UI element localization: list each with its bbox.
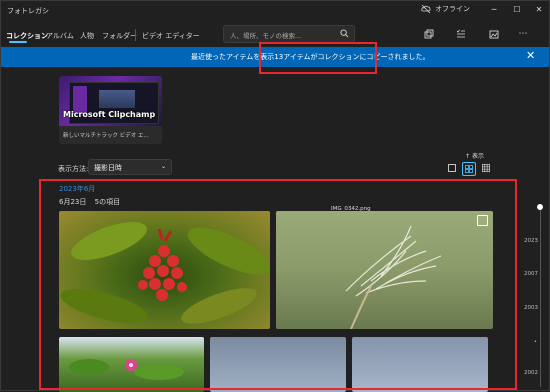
tab-folders[interactable]: フォルダー	[102, 31, 137, 41]
offline-label: オフライン	[435, 5, 470, 13]
highlight-box-gallery	[39, 179, 517, 390]
tab-video-editor[interactable]: ビデオ エディター	[142, 31, 200, 41]
app-title: フォトレガシ	[7, 7, 49, 15]
minimize-icon: ─	[491, 4, 497, 14]
chevron-down-icon: ⌄	[160, 163, 166, 170]
grid-icon	[465, 165, 473, 173]
card-subtitle: 新しいマルチトラック ビデオ エ...	[63, 133, 149, 139]
close-icon: ✕	[535, 4, 543, 14]
nav-divider	[135, 29, 136, 41]
timeline-year[interactable]: 2023	[524, 238, 538, 244]
card-title: Microsoft Clipchamp	[63, 110, 156, 119]
video-preview	[99, 90, 135, 108]
tab-people[interactable]: 人物	[80, 31, 94, 41]
more-icon: ⋯	[518, 29, 528, 39]
timeline-track[interactable]	[540, 207, 541, 387]
select-button[interactable]	[454, 27, 468, 41]
view-small-button[interactable]	[480, 162, 492, 174]
view-tooltip: ↑ 表示	[465, 151, 484, 160]
arrow-up-icon: ↑	[465, 153, 471, 160]
search-icon[interactable]	[340, 29, 349, 38]
highlight-box-banner	[259, 42, 377, 74]
square-icon	[448, 164, 456, 172]
timeline-year[interactable]: 2003	[524, 305, 538, 311]
grid-small-icon	[482, 164, 490, 172]
slideshow-button[interactable]	[487, 27, 501, 41]
timeline-year[interactable]: 2007	[524, 271, 538, 277]
minimize-button[interactable]: ─	[483, 1, 505, 17]
close-icon: ✕	[526, 49, 536, 62]
image-stack-icon	[489, 30, 499, 39]
checklist-icon	[456, 29, 465, 38]
search-placeholder: 人、場所、モノの検索...	[230, 32, 302, 40]
copy-icon	[424, 29, 434, 39]
close-window-button[interactable]: ✕	[528, 1, 550, 17]
banner-close-button[interactable]: ✕	[526, 49, 535, 62]
timeline-year[interactable]: 2002	[524, 370, 538, 376]
tooltip-text: 表示	[471, 153, 484, 160]
sort-dropdown[interactable]: 撮影日時 ⌄	[88, 159, 172, 175]
cloud-offline-icon	[421, 4, 431, 14]
sort-value: 撮影日時	[94, 164, 122, 172]
timeline-thumb[interactable]	[537, 204, 543, 210]
more-options-button[interactable]: ⋯	[516, 27, 530, 41]
tab-collection[interactable]: コレクション	[6, 31, 48, 41]
tab-albums[interactable]: アルバム	[46, 31, 74, 41]
view-medium-button[interactable]	[462, 162, 476, 176]
import-button[interactable]	[422, 27, 436, 41]
clipchamp-card[interactable]: Microsoft Clipchamp 新しいマルチトラック ビデオ エ...	[59, 76, 162, 144]
search-input[interactable]: 人、場所、モノの検索...	[223, 25, 355, 43]
offline-status[interactable]: オフライン	[421, 4, 470, 14]
timeline-dot-icon: •	[534, 339, 537, 345]
maximize-icon: ☐	[513, 4, 521, 14]
sort-label: 表示方法:	[58, 165, 89, 173]
maximize-button[interactable]: ☐	[506, 1, 528, 17]
view-large-button[interactable]	[446, 162, 458, 174]
active-tab-indicator	[9, 41, 27, 43]
